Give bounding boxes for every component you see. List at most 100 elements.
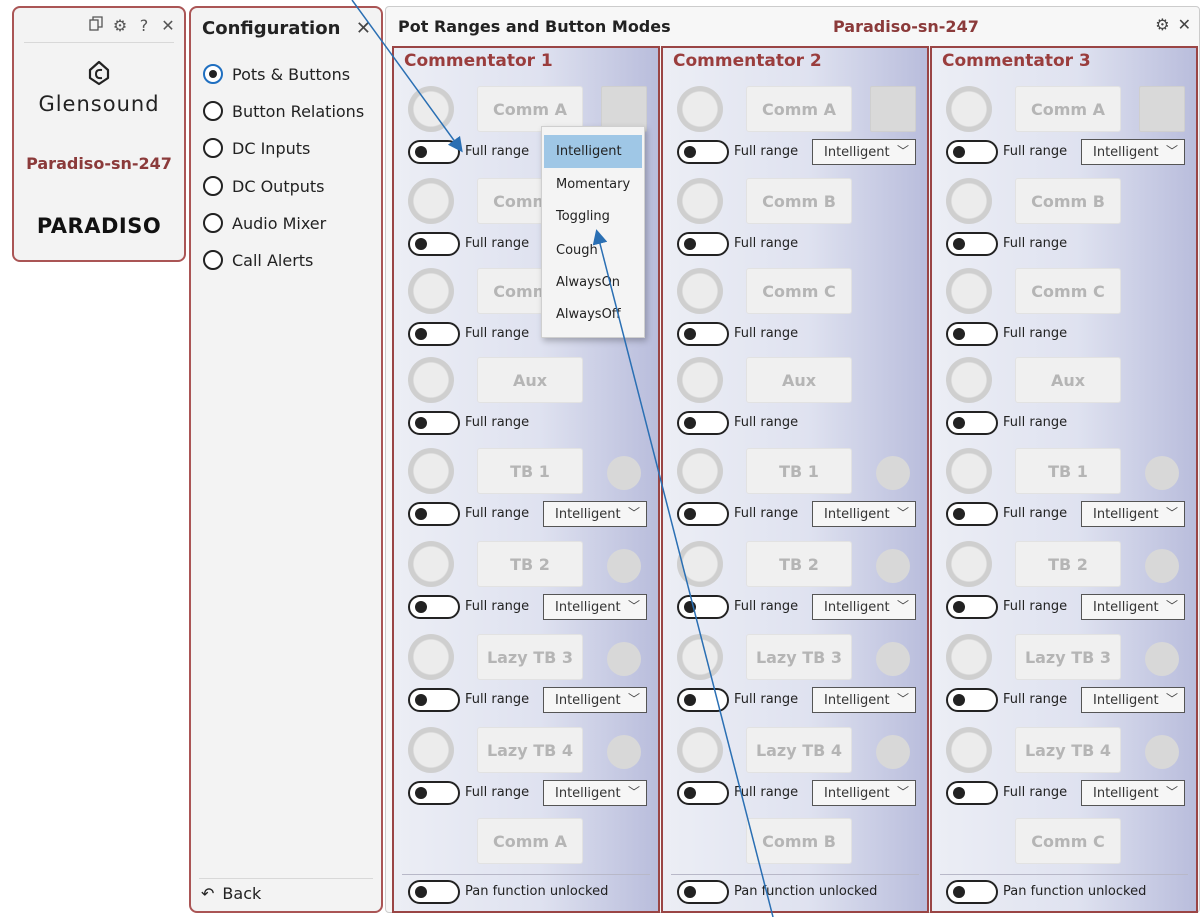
full-range-toggle[interactable] bbox=[677, 411, 729, 435]
channel-button[interactable]: Lazy TB 3 bbox=[477, 634, 583, 680]
radio-button[interactable] bbox=[203, 250, 223, 270]
pot-knob[interactable] bbox=[677, 634, 723, 680]
pot-knob[interactable] bbox=[946, 178, 992, 224]
mode-select[interactable]: Intelligent ﹀ bbox=[812, 687, 916, 713]
pot-knob[interactable] bbox=[408, 448, 454, 494]
pot-knob[interactable] bbox=[677, 268, 723, 314]
pot-knob[interactable] bbox=[408, 268, 454, 314]
gear-icon[interactable]: ⚙ bbox=[1155, 15, 1169, 34]
pot-knob[interactable] bbox=[677, 448, 723, 494]
full-range-toggle[interactable] bbox=[677, 595, 729, 619]
pan-function-toggle[interactable] bbox=[946, 880, 998, 904]
pot-knob[interactable] bbox=[946, 541, 992, 587]
full-range-toggle[interactable] bbox=[677, 322, 729, 346]
channel-button[interactable]: Comm A bbox=[746, 86, 852, 132]
pot-knob[interactable] bbox=[946, 268, 992, 314]
copy-icon[interactable] bbox=[88, 16, 104, 35]
pot-knob[interactable] bbox=[946, 634, 992, 680]
full-range-toggle[interactable] bbox=[946, 411, 998, 435]
full-range-toggle[interactable] bbox=[408, 781, 460, 805]
radio-button[interactable] bbox=[203, 64, 223, 84]
radio-button[interactable] bbox=[203, 176, 223, 196]
channel-button[interactable]: Comm C bbox=[746, 268, 852, 314]
full-range-toggle[interactable] bbox=[408, 232, 460, 256]
mode-select[interactable]: Intelligent ﹀ bbox=[543, 780, 647, 806]
channel-button[interactable]: Lazy TB 3 bbox=[746, 634, 852, 680]
pan-channel-button[interactable]: Comm C bbox=[1015, 818, 1121, 864]
full-range-toggle[interactable] bbox=[408, 140, 460, 164]
full-range-toggle[interactable] bbox=[946, 502, 998, 526]
close-icon[interactable]: ✕ bbox=[160, 16, 176, 35]
full-range-toggle[interactable] bbox=[408, 411, 460, 435]
pot-knob[interactable] bbox=[677, 727, 723, 773]
mode-select[interactable]: Intelligent ﹀ bbox=[812, 139, 916, 165]
channel-button[interactable]: Lazy TB 3 bbox=[1015, 634, 1121, 680]
channel-button[interactable]: Comm C bbox=[1015, 268, 1121, 314]
mode-select[interactable]: Intelligent ﹀ bbox=[543, 594, 647, 620]
mode-select[interactable]: Intelligent ﹀ bbox=[1081, 687, 1185, 713]
mode-select[interactable]: Intelligent ﹀ bbox=[812, 780, 916, 806]
pot-knob[interactable] bbox=[408, 727, 454, 773]
pot-knob[interactable] bbox=[677, 86, 723, 132]
channel-button[interactable]: TB 1 bbox=[1015, 448, 1121, 494]
close-icon[interactable]: ✕ bbox=[356, 18, 371, 39]
pot-knob[interactable] bbox=[408, 541, 454, 587]
full-range-toggle[interactable] bbox=[946, 781, 998, 805]
full-range-toggle[interactable] bbox=[408, 595, 460, 619]
channel-button[interactable]: TB 1 bbox=[746, 448, 852, 494]
radio-button[interactable] bbox=[203, 213, 223, 233]
full-range-toggle[interactable] bbox=[677, 140, 729, 164]
pan-channel-button[interactable]: Comm B bbox=[746, 818, 852, 864]
menu-item-pots-buttons[interactable]: Pots & Buttons bbox=[203, 64, 350, 84]
channel-button[interactable]: Lazy TB 4 bbox=[1015, 727, 1121, 773]
back-button[interactable]: ↶ Back bbox=[201, 884, 261, 903]
channel-button[interactable]: Comm B bbox=[746, 178, 852, 224]
full-range-toggle[interactable] bbox=[946, 322, 998, 346]
channel-button[interactable]: Lazy TB 4 bbox=[746, 727, 852, 773]
channel-button[interactable]: Aux bbox=[477, 357, 583, 403]
pot-knob[interactable] bbox=[946, 357, 992, 403]
dropdown-option-cough[interactable]: Cough bbox=[544, 234, 642, 267]
channel-button[interactable]: TB 2 bbox=[1015, 541, 1121, 587]
gear-icon[interactable]: ⚙ bbox=[112, 16, 128, 35]
full-range-toggle[interactable] bbox=[408, 322, 460, 346]
full-range-toggle[interactable] bbox=[946, 595, 998, 619]
full-range-toggle[interactable] bbox=[677, 781, 729, 805]
mode-select[interactable]: Intelligent ﹀ bbox=[1081, 139, 1185, 165]
pot-knob[interactable] bbox=[677, 541, 723, 587]
pot-knob[interactable] bbox=[677, 178, 723, 224]
menu-item-button-relations[interactable]: Button Relations bbox=[203, 101, 364, 121]
radio-button[interactable] bbox=[203, 138, 223, 158]
channel-button[interactable]: TB 2 bbox=[477, 541, 583, 587]
full-range-toggle[interactable] bbox=[677, 232, 729, 256]
channel-button[interactable]: Comm A bbox=[1015, 86, 1121, 132]
pan-channel-button[interactable]: Comm A bbox=[477, 818, 583, 864]
mode-select[interactable]: Intelligent ﹀ bbox=[543, 501, 647, 527]
full-range-toggle[interactable] bbox=[946, 140, 998, 164]
menu-item-dc-outputs[interactable]: DC Outputs bbox=[203, 176, 325, 196]
pot-knob[interactable] bbox=[946, 448, 992, 494]
dropdown-option-intelligent[interactable]: Intelligent bbox=[544, 135, 642, 168]
pot-knob[interactable] bbox=[408, 178, 454, 224]
full-range-toggle[interactable] bbox=[677, 688, 729, 712]
close-icon[interactable]: ✕ bbox=[1178, 15, 1191, 34]
channel-button[interactable]: TB 2 bbox=[746, 541, 852, 587]
dropdown-option-toggling[interactable]: Toggling bbox=[544, 200, 642, 233]
channel-button[interactable]: Aux bbox=[746, 357, 852, 403]
mode-select[interactable]: Intelligent ﹀ bbox=[543, 687, 647, 713]
pot-knob[interactable] bbox=[408, 357, 454, 403]
menu-item-dc-inputs[interactable]: DC Inputs bbox=[203, 138, 310, 158]
channel-button[interactable]: Lazy TB 4 bbox=[477, 727, 583, 773]
pot-knob[interactable] bbox=[408, 634, 454, 680]
pot-knob[interactable] bbox=[946, 727, 992, 773]
pan-function-toggle[interactable] bbox=[408, 880, 460, 904]
radio-button[interactable] bbox=[203, 101, 223, 121]
full-range-toggle[interactable] bbox=[946, 688, 998, 712]
full-range-toggle[interactable] bbox=[408, 502, 460, 526]
full-range-toggle[interactable] bbox=[946, 232, 998, 256]
mode-select[interactable]: Intelligent ﹀ bbox=[812, 501, 916, 527]
mode-select[interactable]: Intelligent ﹀ bbox=[1081, 780, 1185, 806]
channel-button[interactable]: TB 1 bbox=[477, 448, 583, 494]
pot-knob[interactable] bbox=[677, 357, 723, 403]
full-range-toggle[interactable] bbox=[408, 688, 460, 712]
